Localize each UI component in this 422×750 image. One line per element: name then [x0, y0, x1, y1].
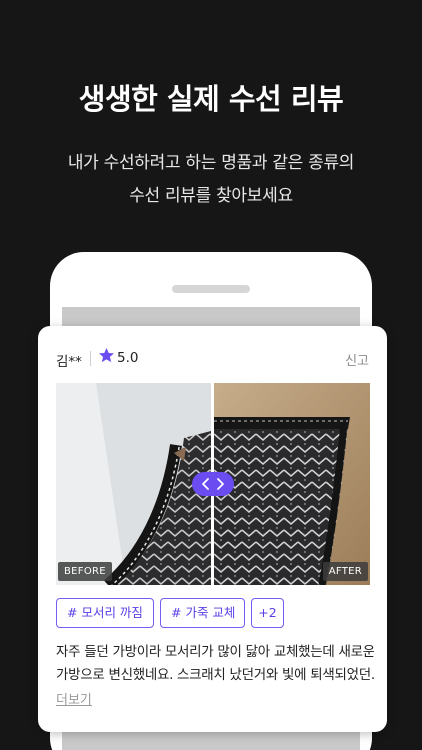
compare-slider-handle[interactable] — [192, 472, 234, 496]
review-text: 자주 들던 가방이라 모서리가 많이 닳아 교체했는데 새로운 가방으로 변신했… — [56, 641, 374, 687]
more-tags-chip[interactable]: +2 — [251, 598, 284, 628]
review-text-line: 자주 들던 가방이라 모서리가 많이 닳아 교체했는데 새로운 — [56, 644, 374, 660]
after-label: AFTER — [322, 562, 368, 581]
tag-chip[interactable]: # 가죽 교체 — [160, 598, 245, 628]
phone-speaker — [172, 285, 250, 293]
after-photo-image — [214, 383, 370, 585]
before-photo[interactable]: BEFORE — [56, 383, 211, 585]
header-divider — [90, 351, 91, 366]
report-button[interactable]: 신고 — [345, 350, 369, 369]
tag-chip[interactable]: # 모서리 까짐 — [56, 598, 154, 628]
headline: 생생한 실제 수선 리뷰 — [78, 82, 344, 116]
chevron-left-icon — [202, 478, 209, 490]
review-card: 김** 5.0 신고 BEFORE AFTER # 모서리 까짐 # 가죽 교체… — [38, 326, 387, 732]
before-label: BEFORE — [58, 562, 112, 581]
reviewer-name: 김** — [56, 354, 82, 370]
after-photo[interactable]: AFTER — [214, 383, 370, 585]
subline-2: 수선 리뷰를 찾아보세요 — [129, 186, 293, 206]
rating-value: 5.0 — [117, 350, 139, 366]
before-photo-image — [56, 383, 211, 585]
review-text-line: 가방으로 변신했네요. 스크래치 났던거와 빛에 퇴색되었던... — [56, 667, 374, 683]
subline-1: 내가 수선하려고 하는 명품과 같은 종류의 — [67, 153, 355, 173]
star-icon — [99, 348, 114, 363]
more-link[interactable]: 더보기 — [56, 689, 92, 708]
chevron-right-icon — [217, 478, 224, 490]
